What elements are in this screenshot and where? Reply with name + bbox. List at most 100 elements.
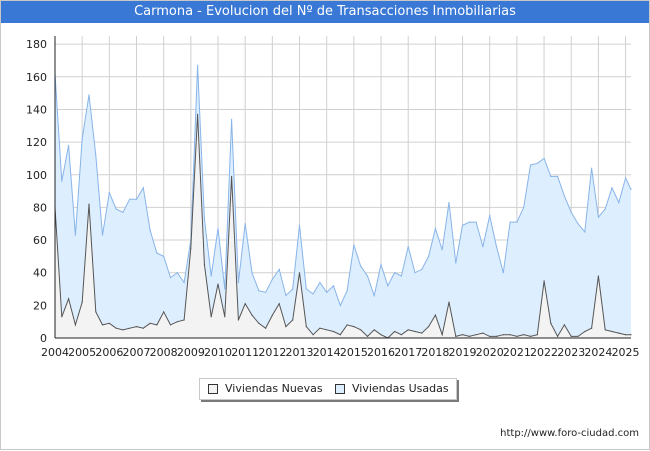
data-point bbox=[156, 252, 158, 254]
x-tick-label: 2004 bbox=[41, 346, 69, 359]
data-point bbox=[448, 201, 450, 204]
data-point bbox=[461, 334, 464, 336]
data-point bbox=[190, 247, 192, 249]
data-point bbox=[495, 335, 498, 337]
data-point bbox=[258, 322, 260, 324]
data-point bbox=[482, 246, 484, 248]
data-point bbox=[61, 316, 63, 318]
data-point bbox=[455, 262, 457, 264]
data-point bbox=[461, 224, 464, 226]
legend-label-usadas: Viviendas Usadas bbox=[352, 382, 449, 395]
data-point bbox=[618, 332, 620, 334]
data-point bbox=[142, 187, 144, 189]
data-point bbox=[380, 334, 382, 336]
data-point bbox=[332, 285, 335, 287]
data-point bbox=[625, 334, 627, 336]
data-point bbox=[509, 334, 511, 336]
data-point bbox=[292, 288, 294, 290]
data-point bbox=[339, 334, 341, 336]
data-point bbox=[502, 334, 504, 336]
x-tick-label: 2014 bbox=[313, 346, 341, 359]
data-point bbox=[183, 281, 185, 284]
data-point bbox=[550, 322, 552, 324]
data-point bbox=[468, 335, 470, 337]
data-point bbox=[258, 290, 260, 292]
data-point bbox=[625, 177, 627, 179]
data-point bbox=[74, 234, 76, 236]
data-point bbox=[516, 221, 518, 223]
data-point bbox=[217, 283, 219, 285]
data-point bbox=[244, 223, 246, 225]
y-tick-label: 180 bbox=[26, 38, 47, 51]
data-point bbox=[285, 326, 287, 328]
data-point bbox=[557, 335, 559, 337]
data-point bbox=[434, 228, 436, 230]
data-point bbox=[360, 329, 362, 331]
data-point bbox=[366, 275, 369, 277]
data-point bbox=[360, 265, 362, 267]
data-point bbox=[428, 326, 430, 328]
data-point bbox=[380, 263, 382, 266]
data-point bbox=[203, 263, 205, 266]
data-point bbox=[584, 330, 586, 333]
data-point bbox=[203, 218, 205, 220]
data-point bbox=[495, 246, 498, 248]
data-point bbox=[305, 288, 307, 290]
data-point bbox=[278, 303, 280, 305]
data-point bbox=[563, 195, 566, 197]
x-tick-label: 2024 bbox=[584, 346, 612, 359]
x-tick-label: 2023 bbox=[557, 346, 585, 359]
data-point bbox=[543, 280, 545, 282]
data-point bbox=[394, 272, 396, 274]
data-point bbox=[271, 314, 273, 316]
x-tick-label: 2022 bbox=[530, 346, 558, 359]
data-point bbox=[74, 324, 76, 326]
data-point bbox=[400, 275, 402, 277]
data-point bbox=[373, 329, 375, 331]
data-point bbox=[81, 301, 83, 303]
x-tick-label: 2006 bbox=[95, 346, 123, 359]
data-point bbox=[394, 330, 396, 333]
data-point bbox=[523, 206, 525, 208]
data-point bbox=[108, 192, 110, 194]
data-point bbox=[251, 272, 253, 274]
x-tick-label: 2009 bbox=[177, 346, 205, 359]
data-point bbox=[149, 322, 151, 324]
data-point bbox=[611, 187, 613, 189]
data-point bbox=[88, 203, 90, 205]
data-point bbox=[618, 201, 620, 204]
data-point bbox=[346, 324, 348, 326]
data-point bbox=[115, 327, 117, 329]
data-point bbox=[312, 334, 314, 336]
data-point bbox=[122, 329, 124, 331]
data-point bbox=[122, 211, 124, 213]
data-point bbox=[455, 335, 457, 337]
data-point bbox=[407, 246, 409, 248]
data-point bbox=[563, 324, 566, 326]
data-point bbox=[516, 335, 518, 337]
data-point bbox=[387, 285, 389, 287]
data-point bbox=[597, 216, 600, 218]
data-point bbox=[224, 316, 226, 318]
data-point bbox=[400, 334, 402, 336]
x-tick-label: 2011 bbox=[231, 346, 259, 359]
chart-legend: Viviendas Nuevas Viviendas Usadas bbox=[199, 378, 457, 400]
x-tick-label: 2025 bbox=[612, 346, 640, 359]
data-point bbox=[231, 175, 233, 177]
legend-swatch-usadas bbox=[335, 384, 345, 394]
data-point bbox=[81, 138, 83, 140]
data-point bbox=[251, 314, 253, 316]
data-point bbox=[176, 321, 178, 323]
data-point bbox=[224, 288, 226, 290]
data-point bbox=[468, 221, 470, 223]
data-point bbox=[244, 303, 246, 305]
data-point bbox=[61, 180, 63, 182]
data-point bbox=[543, 157, 545, 159]
y-tick-label: 140 bbox=[26, 103, 47, 116]
data-point bbox=[414, 330, 416, 333]
data-point bbox=[550, 175, 552, 177]
data-point bbox=[271, 278, 273, 280]
data-point bbox=[149, 229, 151, 231]
data-point bbox=[129, 198, 131, 200]
data-point bbox=[630, 334, 632, 336]
